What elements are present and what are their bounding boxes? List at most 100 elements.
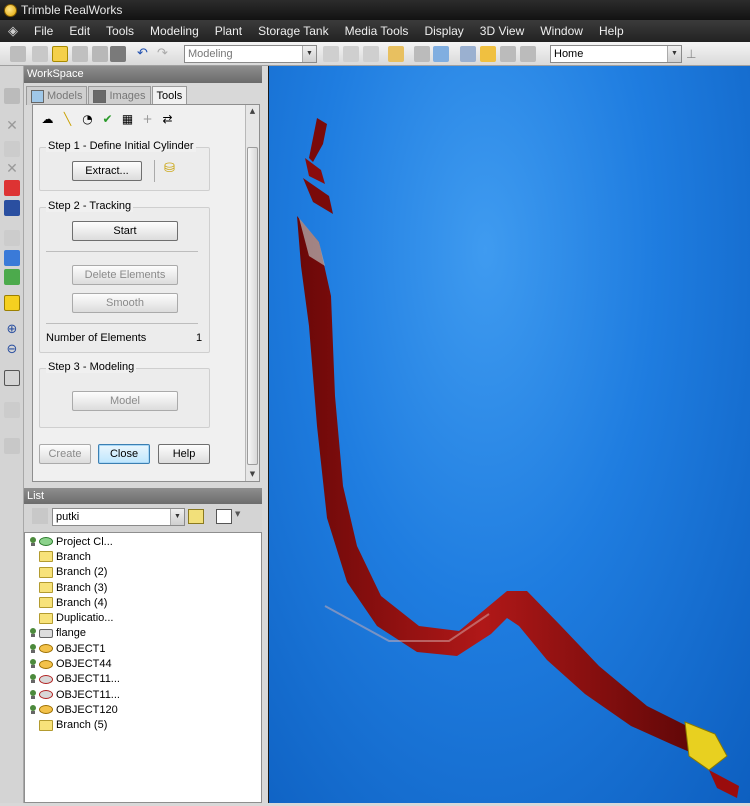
fence-icon[interactable] (343, 46, 359, 62)
undo-icon[interactable]: ↶ (137, 46, 153, 62)
menu-modeling[interactable]: Modeling (142, 20, 207, 42)
layers-icon[interactable] (4, 402, 20, 418)
close-button[interactable]: Close (98, 444, 150, 464)
visibility-icon[interactable] (29, 659, 37, 669)
menu-display[interactable]: Display (416, 20, 471, 42)
visibility-icon[interactable] (29, 674, 37, 684)
list-item[interactable]: Branch (5) (25, 718, 261, 733)
list-item[interactable]: Duplicatio... (25, 610, 261, 625)
tab-models[interactable]: Models (26, 86, 88, 105)
line-icon[interactable]: ╲ (59, 111, 76, 128)
list-item[interactable]: Branch (2) (25, 565, 261, 580)
open-icon[interactable] (10, 46, 26, 62)
add-icon[interactable]: + (139, 111, 156, 128)
mode-select[interactable]: Modeling ▼ (184, 45, 317, 63)
help-button[interactable]: Help (158, 444, 210, 464)
segment-icon[interactable] (363, 46, 379, 62)
tools-scrollbar[interactable]: ▲ ▼ (245, 105, 259, 481)
cross-icon[interactable]: ✕ (4, 118, 20, 134)
redo-icon[interactable]: ↷ (157, 46, 173, 62)
image-icon[interactable] (460, 46, 476, 62)
list-item-label: OBJECT11... (56, 673, 120, 686)
list-view-icon[interactable] (216, 509, 232, 524)
cloud-icon[interactable]: ☁ (39, 111, 56, 128)
scroll-up-icon[interactable]: ▲ (246, 105, 259, 118)
zoom-extents-icon[interactable] (4, 250, 20, 266)
list-item[interactable]: Project Cl... (25, 534, 261, 549)
delete-icon[interactable]: ✕ (4, 161, 20, 177)
scroll-down-icon[interactable]: ▼ (246, 468, 259, 481)
clear-icon[interactable] (4, 180, 20, 196)
list-item[interactable]: flange (25, 626, 261, 641)
gear-icon[interactable] (72, 46, 88, 62)
pipe-icon[interactable]: ◔ (79, 111, 96, 128)
filter-icon[interactable] (32, 508, 48, 524)
back-icon[interactable] (4, 438, 20, 454)
extract-button[interactable]: Extract... (72, 161, 142, 181)
list-item[interactable]: OBJECT11... (25, 687, 261, 702)
box-icon[interactable] (4, 370, 20, 386)
cut-icon[interactable] (4, 88, 20, 104)
scroll-thumb[interactable] (247, 147, 258, 465)
smooth-button[interactable]: Smooth (72, 293, 178, 313)
visibility-icon[interactable] (29, 628, 37, 638)
visibility-icon[interactable] (29, 704, 37, 715)
menu-window[interactable]: Window (532, 20, 591, 42)
list-item[interactable]: OBJECT1 (25, 641, 261, 656)
orient-icon[interactable] (520, 46, 536, 62)
model-button[interactable]: Model (72, 391, 178, 411)
start-button[interactable]: Start (72, 221, 178, 241)
zoom-out-icon[interactable]: ⊖ (4, 342, 20, 358)
rotate-icon[interactable] (4, 141, 20, 157)
list-item[interactable]: Branch (3) (25, 580, 261, 595)
menu-media-tools[interactable]: Media Tools (337, 20, 417, 42)
folder-up-icon[interactable] (188, 509, 204, 524)
chevron-down-icon[interactable]: ▼ (235, 510, 240, 518)
menu-storage-tank[interactable]: Storage Tank (250, 20, 337, 42)
visibility-icon[interactable] (29, 643, 37, 654)
zoom-in-icon[interactable]: ⊕ (4, 322, 20, 338)
menu-logo-icon[interactable]: ◈ (0, 20, 26, 42)
3d-viewport[interactable] (268, 66, 750, 803)
list-item[interactable]: OBJECT120 (25, 702, 261, 717)
view-select[interactable]: Home ▼ (550, 45, 682, 63)
fit-icon[interactable]: ▦ (119, 111, 136, 128)
list-item[interactable]: Branch (4) (25, 595, 261, 610)
cylinder-pick-icon[interactable]: ⛁ (164, 161, 180, 177)
menu-file[interactable]: File (26, 20, 61, 42)
tab-tools[interactable]: Tools (151, 86, 188, 105)
menu-help[interactable]: Help (591, 20, 632, 42)
menu-tools[interactable]: Tools (98, 20, 142, 42)
new-icon[interactable] (32, 46, 48, 62)
check-icon[interactable]: ✔ (99, 111, 116, 128)
save-icon[interactable] (92, 46, 108, 62)
pick-icon[interactable] (480, 46, 496, 62)
list-item[interactable]: Branch (25, 549, 261, 564)
home-icon[interactable] (4, 269, 20, 285)
menu-3d-view[interactable]: 3D View (472, 20, 532, 42)
tab-images[interactable]: Images (88, 86, 151, 105)
select-icon[interactable] (323, 46, 339, 62)
list-item[interactable]: OBJECT44 (25, 656, 261, 671)
target-icon[interactable] (52, 46, 68, 62)
menu-edit[interactable]: Edit (61, 20, 98, 42)
target-icon[interactable] (4, 295, 20, 311)
print-icon[interactable] (110, 46, 126, 62)
menu-plant[interactable]: Plant (207, 20, 250, 42)
user-icon[interactable] (4, 200, 20, 216)
measure-icon[interactable] (388, 46, 404, 62)
visibility-icon[interactable] (29, 689, 37, 700)
axis-icon[interactable]: ⊥ (686, 46, 702, 62)
list-filter-select[interactable]: putki ▼ (52, 508, 185, 526)
register-icon[interactable] (500, 46, 516, 62)
delete-elements-button[interactable]: Delete Elements (72, 265, 178, 285)
object-icon (39, 705, 53, 715)
camera-icon[interactable] (4, 230, 20, 246)
create-button[interactable]: Create (39, 444, 91, 464)
visibility-icon[interactable] (29, 536, 37, 547)
points-icon[interactable] (433, 46, 449, 62)
station-icon[interactable] (414, 46, 430, 62)
list-item[interactable]: OBJECT11... (25, 672, 261, 687)
menu-bar: ◈ File Edit Tools Modeling Plant Storage… (0, 20, 750, 42)
arrow-icon[interactable]: ⇄ (159, 111, 176, 128)
